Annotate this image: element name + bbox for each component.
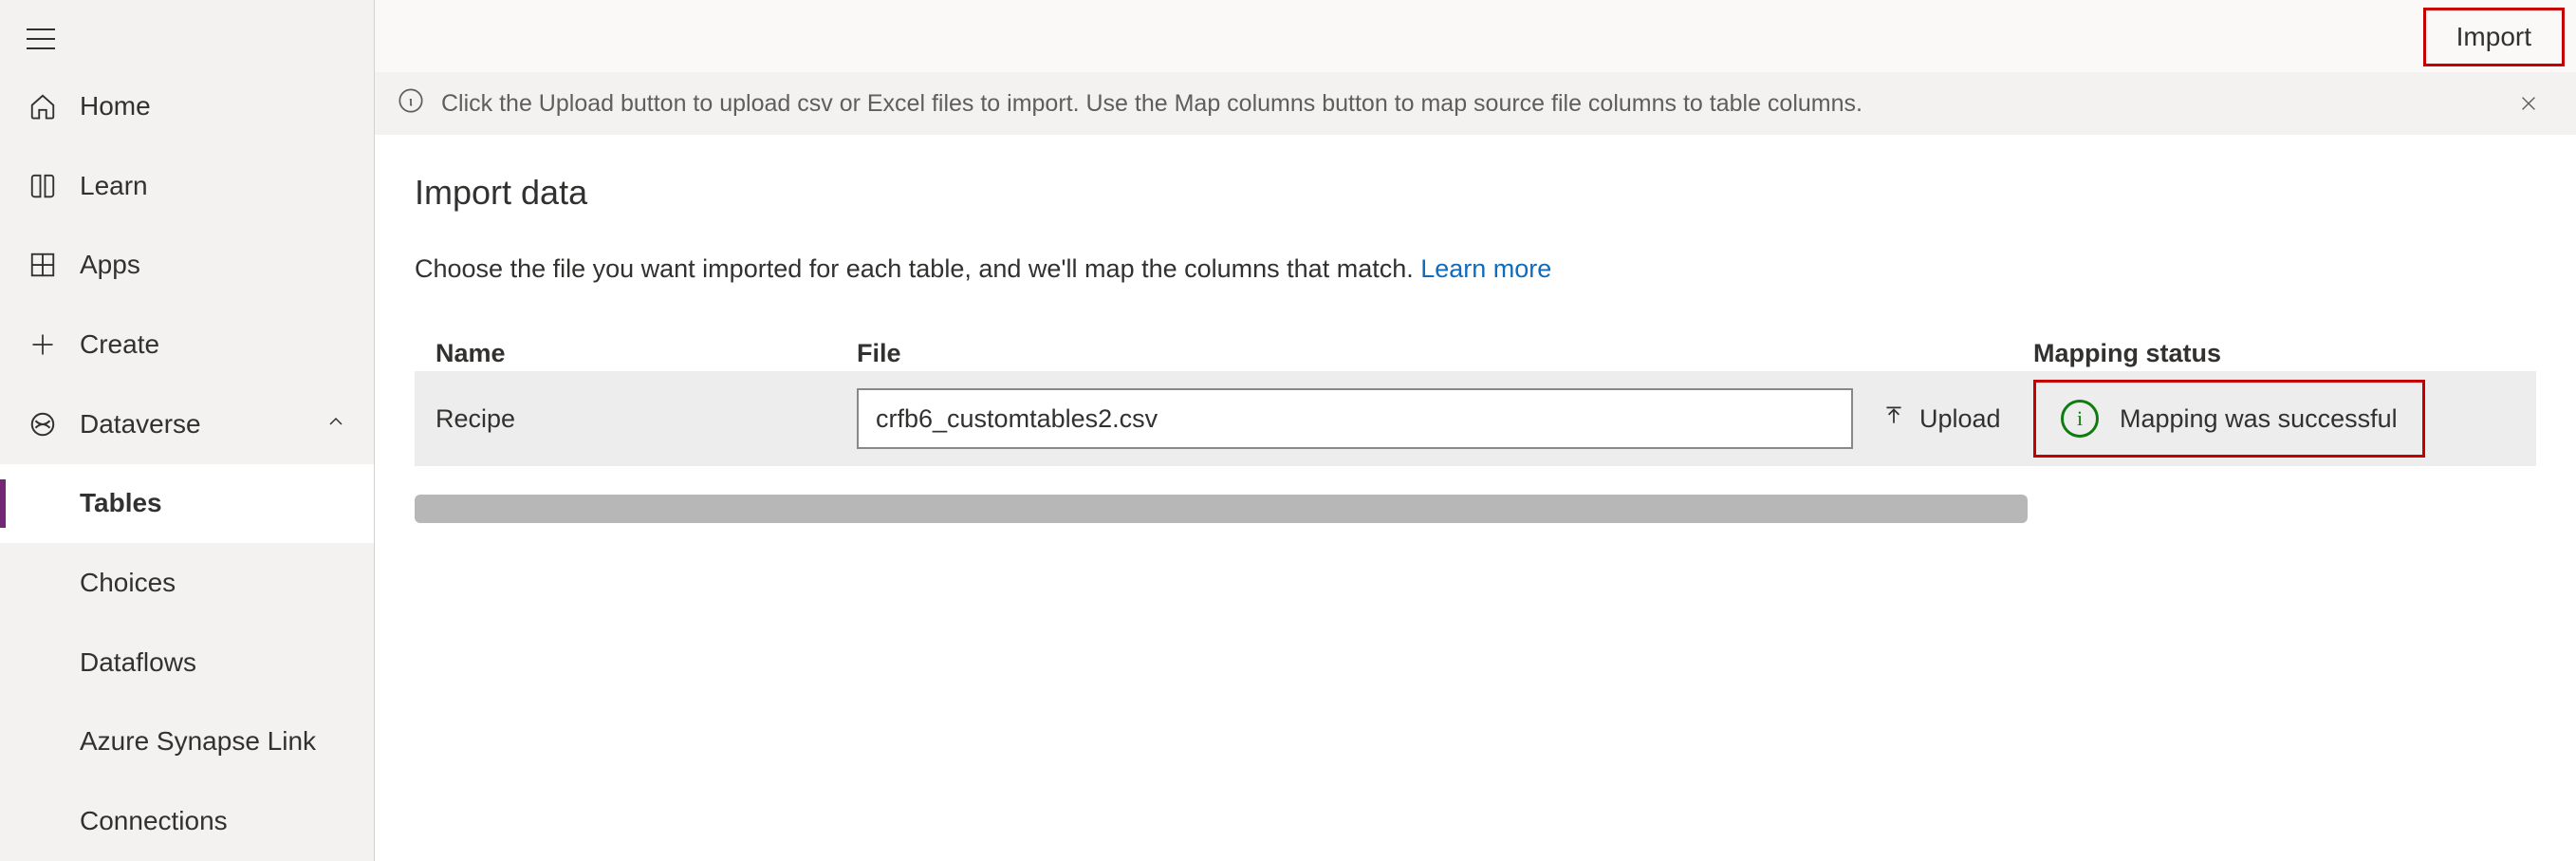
sidebar-item-label: Dataverse xyxy=(80,409,201,440)
cell-name: Recipe xyxy=(436,404,857,434)
topbar: Import xyxy=(375,0,2576,72)
sidebar-sub-dataflows[interactable]: Dataflows xyxy=(0,623,374,702)
info-bar: Click the Upload button to upload csv or… xyxy=(375,72,2576,135)
sidebar-item-label: Create xyxy=(80,329,159,360)
sidebar-sub-label: Tables xyxy=(80,488,162,518)
main: Import Click the Upload button to upload… xyxy=(375,0,2576,861)
sidebar-sub-connections[interactable]: Connections xyxy=(0,781,374,861)
table-row: Recipe Upload i Mapping was successful xyxy=(415,371,2536,466)
cell-mapping: i Mapping was successful xyxy=(2033,380,2515,458)
page-subtitle: Choose the file you want imported for ea… xyxy=(415,254,2536,284)
hamburger-menu[interactable] xyxy=(0,17,374,66)
sidebar-item-create[interactable]: Create xyxy=(0,305,374,384)
sidebar-sub-label: Choices xyxy=(80,568,176,598)
content: Import data Choose the file you want imp… xyxy=(375,135,2576,861)
home-icon xyxy=(27,92,59,121)
sidebar-item-learn[interactable]: Learn xyxy=(0,146,374,226)
page-title: Import data xyxy=(415,173,2536,213)
upload-label: Upload xyxy=(1919,404,2001,434)
sidebar-sub-choices[interactable]: Choices xyxy=(0,543,374,623)
mapping-status: i Mapping was successful xyxy=(2033,380,2425,458)
upload-icon xyxy=(1881,403,1906,435)
info-close-button[interactable] xyxy=(2510,84,2548,122)
sidebar-item-dataverse[interactable]: Dataverse xyxy=(0,384,374,464)
sidebar: Home Learn Apps Create Dataverse Tables … xyxy=(0,0,375,861)
sidebar-item-label: Learn xyxy=(80,171,148,201)
info-message: Click the Upload button to upload csv or… xyxy=(441,90,2493,118)
file-input[interactable] xyxy=(857,388,1853,449)
info-icon xyxy=(398,87,424,121)
sidebar-item-home[interactable]: Home xyxy=(0,66,374,146)
column-header-file: File xyxy=(857,339,2033,371)
horizontal-scrollbar[interactable] xyxy=(415,495,2028,523)
import-button[interactable]: Import xyxy=(2423,8,2565,66)
table-header-row: Name File Mapping status xyxy=(415,339,2536,371)
sidebar-sub-azure-synapse-link[interactable]: Azure Synapse Link xyxy=(0,702,374,782)
sidebar-sub-tables[interactable]: Tables xyxy=(0,464,374,544)
apps-icon xyxy=(27,251,59,279)
chevron-up-icon xyxy=(324,409,347,440)
book-icon xyxy=(27,172,59,200)
column-header-mapping: Mapping status xyxy=(2033,339,2515,371)
page-subtitle-text: Choose the file you want imported for ea… xyxy=(415,254,1420,283)
dataverse-icon xyxy=(27,410,59,439)
sidebar-item-label: Home xyxy=(80,91,151,122)
sidebar-sub-label: Dataflows xyxy=(80,647,196,678)
learn-more-link[interactable]: Learn more xyxy=(1420,254,1551,283)
upload-button[interactable]: Upload xyxy=(1853,403,2033,435)
cell-file xyxy=(857,388,1853,449)
close-icon xyxy=(2518,93,2539,114)
mapping-status-text: Mapping was successful xyxy=(2120,404,2398,434)
sidebar-sub-label: Connections xyxy=(80,806,228,836)
plus-icon xyxy=(27,331,59,358)
sidebar-sub-label: Azure Synapse Link xyxy=(80,726,316,757)
sidebar-item-label: Apps xyxy=(80,250,140,280)
column-header-name: Name xyxy=(436,339,857,371)
hamburger-icon xyxy=(27,28,55,49)
success-info-icon: i xyxy=(2061,400,2099,438)
sidebar-item-apps[interactable]: Apps xyxy=(0,225,374,305)
